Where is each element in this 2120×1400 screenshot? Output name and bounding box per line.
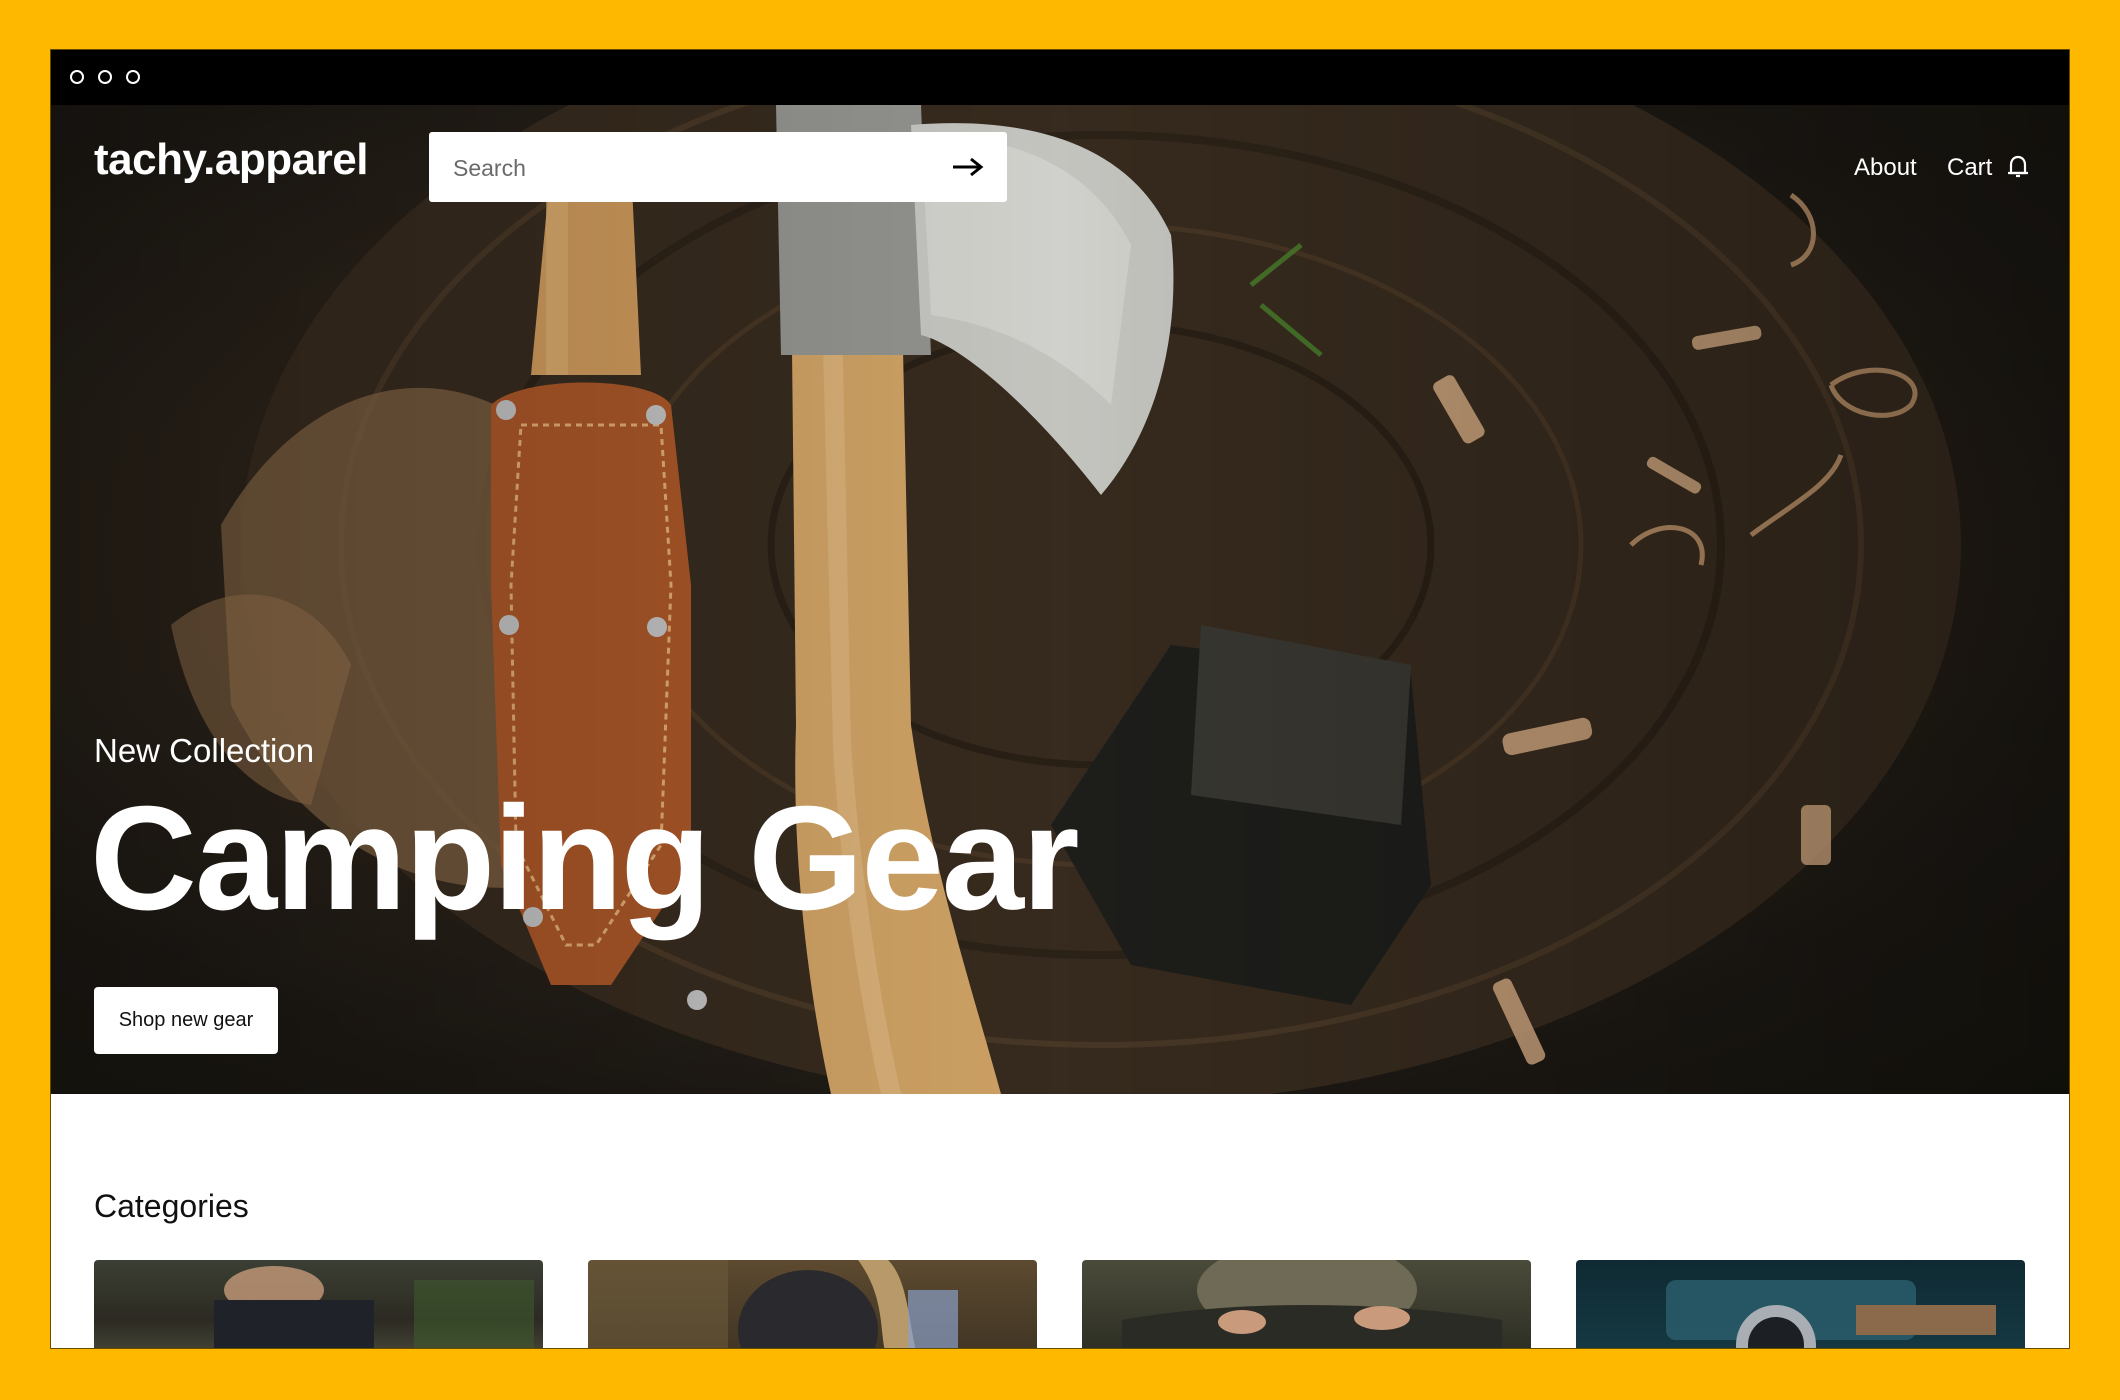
shop-new-gear-button[interactable]: Shop new gear — [94, 987, 278, 1054]
category-card-2[interactable] — [588, 1260, 1037, 1348]
category-image-2 — [588, 1260, 958, 1348]
browser-window: tachy.apparel About Cart New Collection … — [51, 50, 2069, 1348]
hero-overlay — [51, 105, 2069, 1094]
hero-banner: tachy.apparel About Cart New Collection … — [51, 105, 2069, 1094]
category-image-1 — [214, 1266, 534, 1348]
category-image-4 — [1666, 1280, 1996, 1348]
categories-heading: Categories — [94, 1188, 249, 1224]
window-maximize-icon[interactable] — [126, 70, 140, 84]
search-input[interactable] — [451, 132, 935, 204]
bell-icon[interactable] — [2006, 154, 2030, 180]
search-bar — [429, 132, 1007, 204]
category-image-3 — [1122, 1260, 1502, 1348]
nav-cart-link[interactable]: Cart — [1947, 154, 1992, 182]
site-logo[interactable]: tachy.apparel — [94, 135, 368, 185]
category-card-1[interactable] — [94, 1260, 543, 1348]
category-card-4[interactable] — [1576, 1260, 2025, 1348]
window-minimize-icon[interactable] — [98, 70, 112, 84]
nav-about-link[interactable]: About — [1854, 154, 1917, 182]
arrow-right-icon[interactable] — [951, 154, 985, 180]
window-titlebar — [51, 50, 2069, 105]
hero-headline: Camping Gear — [90, 776, 1080, 941]
hero-eyebrow: New Collection — [94, 732, 315, 769]
window-close-icon[interactable] — [70, 70, 84, 84]
category-card-3[interactable] — [1082, 1260, 1531, 1348]
